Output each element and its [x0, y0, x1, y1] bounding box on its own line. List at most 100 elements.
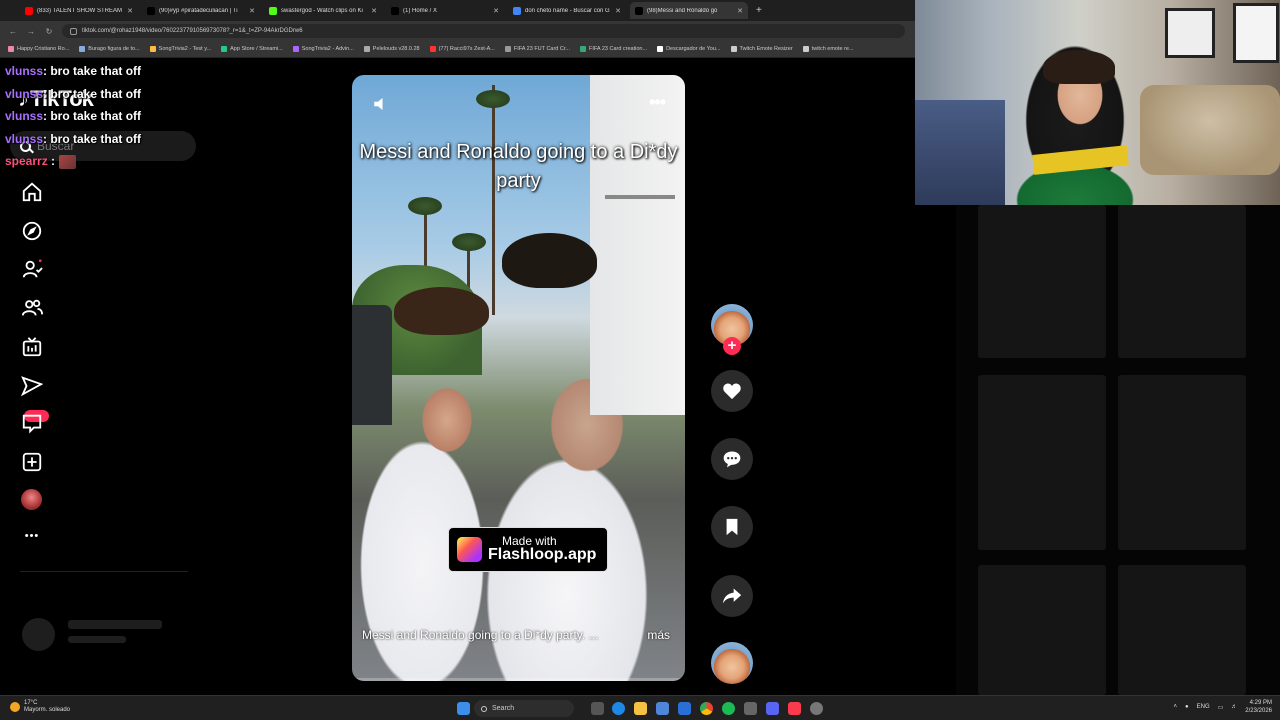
video-more-icon[interactable]: ••• — [649, 93, 666, 111]
home-icon[interactable] — [20, 180, 44, 204]
search-icon — [481, 705, 487, 712]
tab-title: don cheto name - Buscar con G — [525, 7, 610, 14]
clock[interactable]: 4:29 PM 2/23/2026 — [1245, 699, 1272, 715]
close-tab-icon[interactable]: ✕ — [371, 7, 377, 15]
file-explorer-icon[interactable] — [634, 702, 647, 715]
store-icon[interactable] — [656, 702, 669, 715]
bookmark-favicon-icon — [657, 46, 664, 52]
obs-icon[interactable] — [810, 702, 823, 715]
share-button[interactable] — [711, 575, 753, 617]
chat-username: vlunss — [5, 64, 44, 78]
bookmark-label: App Store / Streami... — [230, 46, 283, 52]
messages-icon[interactable] — [20, 374, 44, 398]
close-tab-icon[interactable]: ✕ — [737, 7, 743, 15]
sound-avatar[interactable] — [711, 642, 753, 684]
browser-tab[interactable]: swastergod - Watch clips on Ki ✕ — [264, 2, 382, 19]
close-tab-icon[interactable]: ✕ — [127, 7, 133, 15]
bookmark-item[interactable]: FIFA 23 FUT Card Cr... — [504, 46, 570, 52]
chat-emote-icon — [59, 154, 77, 169]
volume-icon[interactable] — [372, 95, 390, 118]
bookmark-button[interactable] — [711, 506, 753, 548]
chat-message: vlunss: bro take that off — [5, 83, 141, 106]
thumbnail-placeholder — [1118, 565, 1246, 695]
mic-icon[interactable]: ● — [1185, 704, 1189, 710]
loading-line-placeholder — [68, 636, 126, 643]
close-tab-icon[interactable]: ✕ — [615, 7, 621, 15]
bookmark-item[interactable]: Burago figura de to... — [79, 46, 140, 52]
close-tab-icon[interactable]: ✕ — [493, 7, 499, 15]
close-tab-icon[interactable]: ✕ — [249, 7, 255, 15]
upload-icon[interactable] — [20, 450, 44, 474]
weather-widget[interactable]: 17°C Mayorm. soleado — [10, 700, 70, 714]
chevron-up-icon[interactable]: ˄ — [1173, 704, 1177, 710]
chat-message: vlunss: bro take that off — [5, 105, 141, 128]
bookmarks-bar: Happy Cristiano Ro... Burago figura de to… — [0, 41, 915, 58]
browser-tab[interactable]: don cheto name - Buscar con G ✕ — [508, 2, 626, 19]
tab-favicon-icon — [391, 6, 399, 15]
bookmark-favicon-icon — [802, 46, 809, 52]
bookmark-item[interactable]: Twitch Emote Resizer — [730, 46, 793, 52]
edge-icon[interactable] — [612, 702, 625, 715]
mail-icon[interactable] — [678, 702, 691, 715]
more-icon[interactable]: ••• — [20, 524, 44, 548]
bookmark-icon — [726, 518, 738, 536]
video-player[interactable]: Messi and Ronaldo going to a Di*dy party… — [352, 75, 685, 681]
back-icon[interactable]: ← — [8, 27, 18, 36]
friends-icon[interactable] — [20, 296, 44, 320]
live-icon[interactable] — [20, 335, 44, 359]
volume-icon[interactable]: ♬ — [1231, 704, 1237, 710]
url-field[interactable]: tiktok.com/@rohaz1948/video/760223779105… — [62, 24, 905, 38]
music-icon[interactable] — [788, 702, 801, 715]
browser-tab[interactable]: (1) Home / X ✕ — [386, 2, 504, 19]
browser-tab[interactable]: (98)Messi and Ronaldo go ✕ — [630, 2, 748, 19]
spotify-icon[interactable] — [722, 702, 735, 715]
windows-taskbar: 17°C Mayorm. soleado Search ˄ ● ENG ▭ ♬ … — [0, 695, 1280, 720]
flashloop-logo-icon — [457, 537, 482, 562]
taskbar-search-label: Search — [492, 705, 515, 712]
flashloop-watermark: Made with Flashloop.app — [448, 527, 608, 572]
taskbar-search[interactable]: Search — [474, 700, 574, 717]
browser-tab[interactable]: (90)#yp #piratadeculiacan | Ti ✕ — [142, 2, 260, 19]
video-scene — [408, 197, 442, 215]
app-icon[interactable] — [744, 702, 757, 715]
bookmark-item[interactable]: twitch emote re... — [802, 46, 854, 52]
tab-title: (1) Home / X — [403, 7, 438, 14]
video-scene — [492, 85, 495, 315]
follow-button[interactable]: + — [723, 337, 741, 355]
video-scene — [502, 233, 597, 288]
bookmark-favicon-icon — [363, 46, 370, 52]
bookmark-item[interactable]: FIFA 23 Card creation... — [579, 46, 647, 52]
bookmark-item[interactable]: SongTrivia2 - Advin... — [292, 46, 354, 52]
video-scene — [452, 233, 486, 251]
bookmark-item[interactable]: App Store / Streami... — [221, 46, 283, 52]
new-tab-button[interactable]: + — [756, 5, 762, 16]
bookmark-item[interactable]: SongTrivia2 - Test y... — [149, 46, 211, 52]
bookmark-item[interactable]: Happy Cristiano Ro... — [8, 46, 69, 52]
reload-icon[interactable]: ↻ — [44, 27, 54, 36]
forward-icon[interactable]: → — [26, 27, 36, 36]
network-icon[interactable]: ▭ — [1218, 704, 1224, 711]
stream-chat-overlay: vlunss: bro take that off vlunss: bro tak… — [5, 60, 141, 173]
like-button[interactable] — [711, 370, 753, 412]
video-progress-bar[interactable] — [352, 678, 685, 681]
language-indicator[interactable]: ENG — [1197, 704, 1210, 710]
caption-more-link[interactable]: más — [647, 628, 670, 642]
windows-start-icon[interactable] — [457, 702, 470, 715]
bookmark-item[interactable]: (77) Racci97s Zest-A... — [429, 46, 495, 52]
comment-button[interactable] — [711, 438, 753, 480]
inbox-icon[interactable] — [20, 411, 44, 435]
browser-tab[interactable]: (833) TALENT SHOW STREAM ✕ — [20, 2, 138, 19]
task-view-icon[interactable] — [591, 702, 604, 715]
site-info-icon[interactable] — [70, 27, 77, 35]
chat-message: vlunss: bro take that off — [5, 60, 141, 83]
bookmark-item[interactable]: Descargador de You... — [657, 46, 721, 52]
explore-icon[interactable] — [20, 219, 44, 243]
chat-text: : bro take that off — [43, 64, 142, 78]
bookmark-item[interactable]: Pelelouds v28.0.28 — [363, 46, 420, 52]
discord-icon[interactable] — [766, 702, 779, 715]
chat-text: : bro take that off — [43, 86, 142, 101]
profile-icon[interactable] — [21, 489, 42, 510]
video-overlay-title: Messi and Ronaldo going to a Di*dy party — [359, 141, 678, 192]
following-icon[interactable] — [20, 257, 44, 281]
chrome-icon[interactable] — [700, 702, 713, 715]
